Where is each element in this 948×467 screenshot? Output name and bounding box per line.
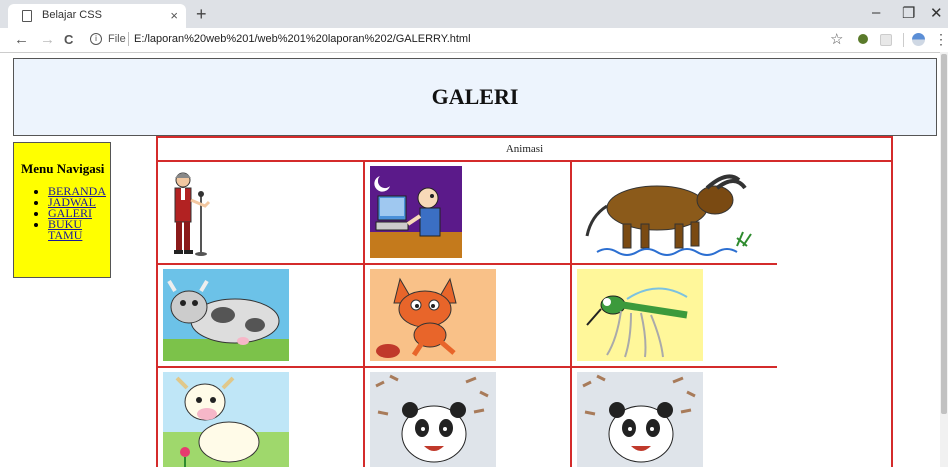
reload-icon[interactable]: C	[64, 32, 73, 47]
cow-with-flower-icon	[163, 372, 289, 467]
gallery-cell	[365, 162, 572, 265]
gallery-cell	[158, 265, 365, 368]
gallery-table: Animasi	[156, 136, 893, 467]
tab-bar: Belajar CSS × + – ❐ ✕	[0, 0, 948, 28]
address-divider	[128, 32, 129, 46]
nav-item-buku-tamu: BUKU TAMU	[48, 217, 110, 242]
cartoon-fox-icon	[370, 269, 496, 361]
toolbar-divider	[903, 33, 904, 47]
panda-with-money-icon	[370, 372, 496, 467]
new-tab-icon[interactable]: +	[196, 4, 207, 25]
panda-with-money-icon	[577, 372, 703, 467]
gallery-cell	[365, 368, 572, 467]
cartoon-cow-icon	[163, 269, 289, 361]
forward-icon[interactable]: →	[40, 31, 55, 48]
extension-icon[interactable]	[858, 34, 868, 44]
man-at-microphone-icon	[174, 172, 211, 256]
bookmark-star-icon[interactable]: ☆	[830, 30, 843, 48]
vertical-scrollbar[interactable]	[940, 52, 948, 467]
browser-tab[interactable]: Belajar CSS ×	[8, 4, 186, 28]
minimize-icon[interactable]: –	[872, 4, 880, 21]
person-at-computer-icon	[370, 166, 462, 258]
extension-icon-2[interactable]	[880, 34, 892, 46]
back-icon[interactable]: ←	[14, 31, 29, 48]
url-field[interactable]: E:/laporan%20web%201/web%201%20laporan%2…	[134, 33, 471, 45]
gallery-cell	[158, 162, 365, 265]
mosquito-icon	[577, 269, 703, 361]
page-title: GALERI	[431, 84, 519, 109]
gallery-cell	[158, 368, 365, 467]
navigation-sidebar: Menu Navigasi BERANDA JADWAL GALERI BUKU…	[13, 142, 111, 278]
more-menu-icon[interactable]: ⋮	[934, 31, 948, 48]
file-label: File	[108, 33, 126, 45]
address-bar: ← → C i File E:/laporan%20web%201/web%20…	[0, 28, 948, 53]
gallery-cell	[572, 265, 777, 368]
document-icon	[22, 10, 32, 22]
restore-icon[interactable]: ❐	[902, 4, 915, 22]
nav-link-buku-tamu[interactable]: BUKU TAMU	[48, 217, 82, 242]
gallery-cell	[572, 162, 777, 265]
gallery-caption: Animasi	[158, 138, 891, 162]
scrollbar-thumb[interactable]	[941, 54, 947, 414]
profile-avatar-icon[interactable]	[912, 33, 925, 46]
window-close-icon[interactable]: ✕	[930, 4, 943, 22]
page-header: GALERI	[13, 58, 937, 136]
gallery-cell	[365, 265, 572, 368]
tab-title: Belajar CSS	[42, 9, 102, 21]
gallery-cell	[572, 368, 777, 467]
water-buffalo-icon	[585, 174, 752, 256]
info-icon[interactable]: i	[90, 33, 102, 45]
nav-list: BERANDA JADWAL GALERI BUKU TAMU	[14, 185, 110, 242]
menu-title: Menu Navigasi	[21, 161, 105, 176]
tab-close-icon[interactable]: ×	[170, 8, 178, 23]
